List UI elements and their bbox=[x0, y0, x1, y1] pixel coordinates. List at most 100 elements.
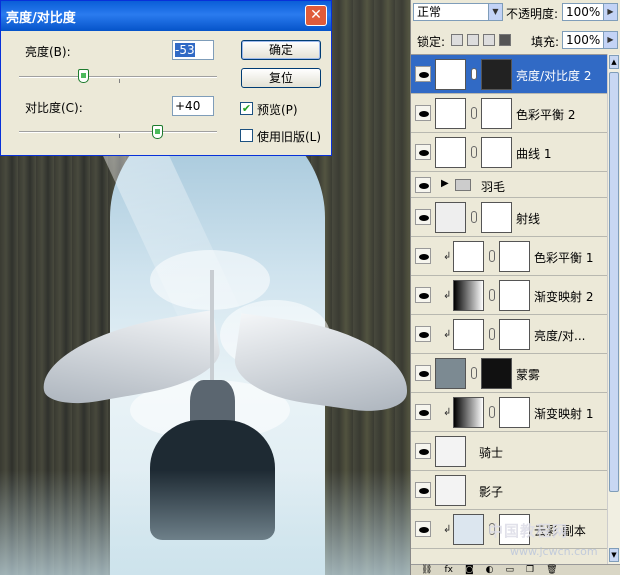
layers-scrollbar[interactable]: ▲ ▼ bbox=[607, 54, 620, 564]
layer-name: 骑士 bbox=[479, 446, 504, 460]
visibility-eye-icon[interactable] bbox=[415, 404, 431, 420]
contrast-value: +40 bbox=[175, 99, 201, 113]
link-icon[interactable] bbox=[489, 250, 495, 262]
visibility-eye-icon[interactable] bbox=[415, 365, 431, 381]
lock-pixels-icon[interactable] bbox=[467, 34, 479, 46]
layers-footer: ⛓ fx ◙ ◐ ▭ ❐ 🗑 bbox=[411, 564, 620, 575]
legacy-label[interactable]: 使用旧版(L) bbox=[257, 128, 321, 145]
layer-mask-thumbnail[interactable] bbox=[499, 241, 530, 272]
visibility-eye-icon[interactable] bbox=[415, 248, 431, 264]
expand-triangle-icon[interactable]: ▶ bbox=[441, 178, 449, 189]
chevron-down-icon: ▼ bbox=[488, 4, 502, 20]
contrast-slider-thumb[interactable] bbox=[152, 125, 163, 139]
visibility-eye-icon[interactable] bbox=[415, 144, 431, 160]
clipping-arrow-icon: ↲ bbox=[443, 290, 452, 301]
chevron-right-icon[interactable]: ▶ bbox=[603, 4, 617, 20]
brightness-contrast-dialog: 亮度/对比度 ✕ 亮度(B): -53 对比度(C): +40 确定 复位 ✔ … bbox=[0, 0, 332, 156]
blend-mode-value: 正常 bbox=[417, 5, 442, 19]
contrast-slider-track[interactable] bbox=[19, 131, 217, 133]
layer-group-row[interactable]: ▶ 羽毛 bbox=[411, 172, 607, 198]
knight-lance bbox=[210, 270, 214, 390]
lock-all-icon[interactable] bbox=[499, 34, 511, 46]
link-icon[interactable] bbox=[471, 211, 477, 223]
visibility-eye-icon[interactable] bbox=[415, 66, 431, 82]
scroll-down-icon[interactable]: ▼ bbox=[609, 548, 619, 562]
fill-field[interactable]: 100% ▶ bbox=[562, 31, 618, 49]
layer-row[interactable]: 色彩平衡 2 bbox=[411, 94, 607, 133]
visibility-eye-icon[interactable] bbox=[415, 177, 431, 193]
layer-row[interactable]: 亮度/对比度 2 bbox=[411, 55, 607, 94]
layer-mask-thumbnail[interactable] bbox=[481, 202, 512, 233]
layer-name: 曲线 1 bbox=[516, 147, 552, 161]
layer-row[interactable]: 曲线 1 bbox=[411, 133, 607, 172]
brightness-slider-track[interactable] bbox=[19, 76, 217, 78]
visibility-eye-icon[interactable] bbox=[415, 443, 431, 459]
link-icon[interactable] bbox=[471, 146, 477, 158]
ok-button[interactable]: 确定 bbox=[241, 40, 321, 60]
scroll-thumb[interactable] bbox=[609, 72, 619, 492]
visibility-eye-icon[interactable] bbox=[415, 287, 431, 303]
visibility-eye-icon[interactable] bbox=[415, 521, 431, 537]
layer-row[interactable]: ↲ 色彩平衡 1 bbox=[411, 237, 607, 276]
fx-icon[interactable]: fx bbox=[444, 565, 453, 575]
dialog-titlebar[interactable]: 亮度/对比度 bbox=[1, 1, 331, 31]
gradient-map-thumbnail bbox=[453, 280, 484, 311]
brightness-input[interactable]: -53 bbox=[172, 40, 214, 60]
layer-mask-thumbnail[interactable] bbox=[481, 137, 512, 168]
legacy-checkbox[interactable] bbox=[240, 129, 253, 142]
lock-label: 锁定: bbox=[417, 35, 446, 49]
link-icon[interactable] bbox=[489, 328, 495, 340]
lock-transparency-icon[interactable] bbox=[451, 34, 463, 46]
opacity-field[interactable]: 100% ▶ bbox=[562, 3, 618, 21]
layer-list: 亮度/对比度 2 色彩平衡 2 曲线 1 ▶ 羽毛 射线 ↲ 色彩平衡 1 ↲ … bbox=[411, 54, 607, 564]
link-icon[interactable] bbox=[489, 289, 495, 301]
preview-label[interactable]: 预览(P) bbox=[257, 101, 298, 118]
new-layer-icon[interactable]: ❐ bbox=[526, 565, 534, 575]
group-name: 羽毛 bbox=[481, 180, 506, 194]
layer-mask-thumbnail[interactable] bbox=[499, 319, 530, 350]
layer-mask-thumbnail[interactable] bbox=[481, 59, 512, 90]
brightness-slider-thumb[interactable] bbox=[78, 69, 89, 83]
contrast-input[interactable]: +40 bbox=[172, 96, 214, 116]
reset-button[interactable]: 复位 bbox=[241, 68, 321, 88]
close-icon[interactable]: ✕ bbox=[305, 5, 327, 26]
layer-row[interactable]: ↲ 渐变映射 2 bbox=[411, 276, 607, 315]
watermark-text: 中国教程网 bbox=[488, 522, 569, 540]
layer-row[interactable]: 骑士 bbox=[411, 432, 607, 471]
link-icon[interactable] bbox=[489, 406, 495, 418]
link-icon[interactable]: ⛓ bbox=[421, 565, 432, 575]
layer-row[interactable]: 蒙雾 bbox=[411, 354, 607, 393]
chevron-right-icon[interactable]: ▶ bbox=[603, 32, 617, 48]
layer-mask-thumbnail[interactable] bbox=[499, 397, 530, 428]
folder-icon[interactable]: ▭ bbox=[506, 565, 515, 575]
layer-row[interactable]: 射线 bbox=[411, 198, 607, 237]
adjustment-icon[interactable]: ◐ bbox=[486, 565, 494, 575]
layer-mask-thumbnail[interactable] bbox=[481, 358, 512, 389]
visibility-eye-icon[interactable] bbox=[415, 105, 431, 121]
layer-thumbnail bbox=[435, 358, 466, 389]
lock-position-icon[interactable] bbox=[483, 34, 495, 46]
mask-icon[interactable]: ◙ bbox=[465, 565, 474, 575]
watermark-url: www.jcwcn.com bbox=[510, 545, 598, 558]
opacity-value: 100% bbox=[566, 5, 601, 19]
link-icon[interactable] bbox=[471, 367, 477, 379]
layer-mask-thumbnail[interactable] bbox=[499, 280, 530, 311]
adjustment-thumbnail bbox=[453, 241, 484, 272]
layer-row[interactable]: ↲ 渐变映射 1 bbox=[411, 393, 607, 432]
scroll-up-icon[interactable]: ▲ bbox=[609, 55, 619, 69]
layer-row[interactable]: ↲ 亮度/对... bbox=[411, 315, 607, 354]
preview-checkbox[interactable]: ✔ bbox=[240, 102, 253, 115]
smart-object-thumbnail bbox=[435, 436, 466, 467]
layer-thumbnail bbox=[453, 514, 484, 545]
ground-mist bbox=[0, 470, 410, 575]
visibility-eye-icon[interactable] bbox=[415, 209, 431, 225]
trash-icon[interactable]: 🗑 bbox=[546, 565, 557, 575]
blend-mode-select[interactable]: 正常 ▼ bbox=[413, 3, 503, 21]
visibility-eye-icon[interactable] bbox=[415, 482, 431, 498]
layer-mask-thumbnail[interactable] bbox=[481, 98, 512, 129]
slider-center-tick bbox=[119, 79, 120, 83]
visibility-eye-icon[interactable] bbox=[415, 326, 431, 342]
link-icon[interactable] bbox=[471, 68, 477, 80]
layer-row[interactable]: 影子 bbox=[411, 471, 607, 510]
link-icon[interactable] bbox=[471, 107, 477, 119]
